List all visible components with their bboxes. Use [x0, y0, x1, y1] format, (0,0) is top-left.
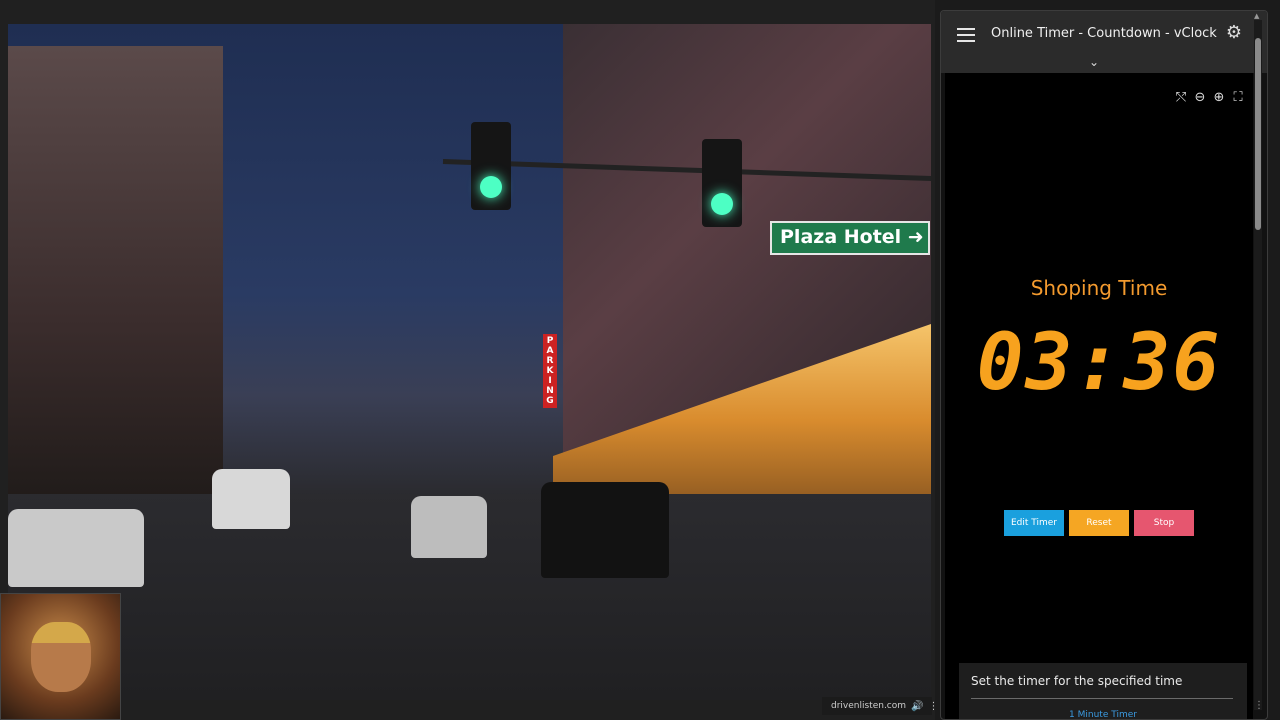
car-suv-white: [411, 496, 487, 558]
timer-display: 03:36: [976, 318, 1222, 408]
zoom-in-icon[interactable]: ⊕: [1212, 91, 1226, 105]
building-left: [8, 46, 223, 516]
edit-timer-button[interactable]: Edit Timer: [1004, 510, 1064, 536]
timer-buttons: Edit Timer Reset Stop: [945, 510, 1253, 536]
timer-area: ⤲ ⊖ ⊕ ⛶ Shoping Time 03:36 Edit Timer Re…: [945, 73, 1253, 719]
zoom-out-icon[interactable]: ⊖: [1193, 91, 1207, 105]
speaker-icon[interactable]: 🔊: [911, 701, 923, 712]
panel-header: Online Timer - Countdown - vClock ⚙ ⌄: [941, 11, 1267, 73]
gear-icon[interactable]: ⚙: [1224, 23, 1244, 43]
info-card: Set the timer for the specified time 1 M…: [959, 663, 1247, 719]
info-title: Set the timer for the specified time: [971, 674, 1183, 688]
avatar-face: [30, 621, 91, 692]
traffic-light-icon: [471, 122, 511, 210]
scroll-up-icon[interactable]: ▲: [1254, 12, 1259, 20]
timer-name: Shoping Time: [1030, 276, 1168, 300]
car-white: [8, 509, 144, 587]
divider: [971, 698, 1233, 699]
share-icon[interactable]: ⤲: [1174, 91, 1188, 105]
chevron-down-icon[interactable]: ⌄: [1089, 56, 1099, 68]
video-bar: drivenlisten.com 🔊 ⋮: [822, 697, 938, 715]
car-suv-black: [541, 482, 669, 578]
timer-toolbar: ⤲ ⊖ ⊕ ⛶: [1174, 91, 1245, 105]
street-sign: Plaza Hotel ➜: [770, 221, 930, 255]
page-title: Online Timer - Countdown - vClock: [991, 26, 1217, 41]
bus: [212, 469, 290, 529]
kebab-icon[interactable]: ⋮: [928, 701, 938, 712]
hamburger-icon[interactable]: [957, 28, 975, 42]
kebab-icon[interactable]: ⋮: [1254, 700, 1264, 711]
video-player[interactable]: Plaza Hotel ➜ PARKING: [8, 24, 931, 700]
stop-button[interactable]: Stop: [1134, 510, 1194, 536]
traffic-light-icon: [702, 139, 742, 227]
avatar: [0, 593, 121, 720]
video-frame: Plaza Hotel ➜ PARKING drivenlisten.com 🔊…: [0, 0, 938, 720]
reset-button[interactable]: Reset: [1069, 510, 1129, 536]
fullscreen-icon[interactable]: ⛶: [1231, 91, 1245, 105]
scrollbar-thumb[interactable]: [1255, 38, 1261, 230]
timer-panel: Online Timer - Countdown - vClock ⚙ ⌄ ⤲ …: [940, 10, 1268, 720]
one-minute-timer-link[interactable]: 1 Minute Timer: [959, 710, 1247, 719]
parking-sign: PARKING: [543, 334, 557, 408]
site-url[interactable]: drivenlisten.com: [831, 701, 906, 711]
